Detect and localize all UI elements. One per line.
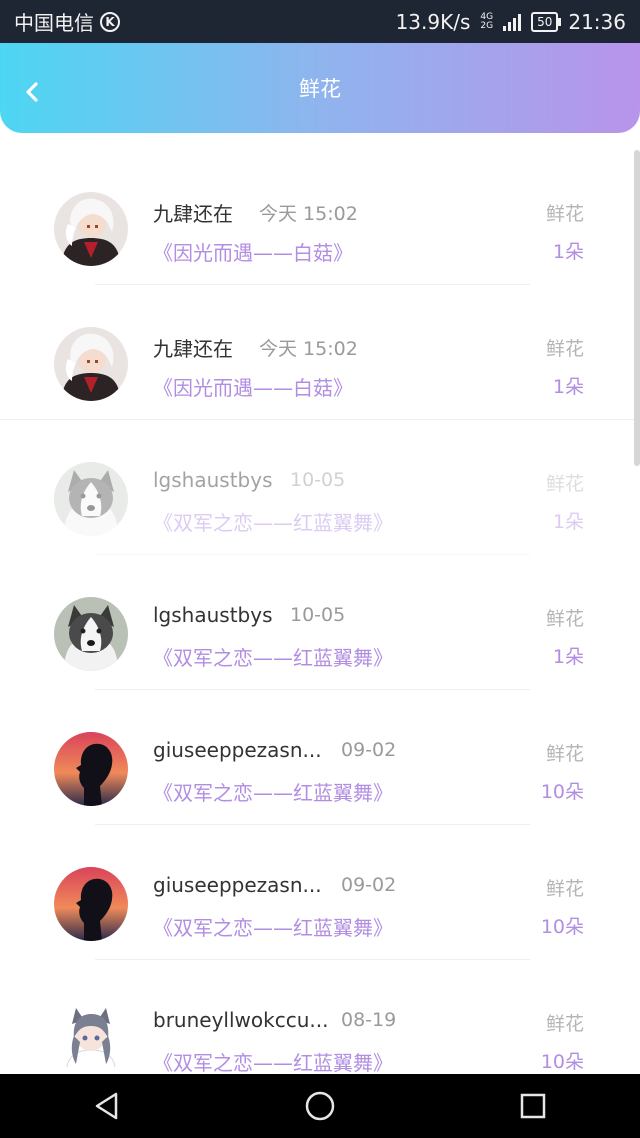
list-item[interactable]: bruneyllwokccu... 08-19 《双军之恋——红蓝翼舞》 鲜花 … <box>0 960 640 1074</box>
gift-category: 鲜花 <box>545 473 584 495</box>
song-title-link[interactable]: 《双军之恋——红蓝翼舞》 <box>153 1047 393 1074</box>
sender-name: 九肆还在 <box>153 337 233 361</box>
list-item[interactable]: giuseeppezasn... 09-02 《双军之恋——红蓝翼舞》 鲜花 1… <box>0 690 640 825</box>
anime-white-hair-avatar[interactable] <box>54 192 128 266</box>
gift-count: 1朵 <box>552 376 584 398</box>
gift-time: 10-05 <box>290 469 346 491</box>
back-arrow-icon[interactable] <box>22 81 44 103</box>
song-title-link[interactable]: 《双军之恋——红蓝翼舞》 <box>153 642 393 671</box>
gift-count: 10朵 <box>540 1051 584 1073</box>
gift-time: 09-02 <box>341 739 397 761</box>
gift-time: 09-02 <box>341 874 397 896</box>
network-type-bottom: 2G <box>480 20 494 31</box>
gift-count: 10朵 <box>540 781 584 803</box>
carrier-name: 中国电信 <box>14 11 94 35</box>
husky-dog-avatar[interactable] <box>54 597 128 671</box>
sender-name: lgshaustbys <box>153 468 273 492</box>
sender-name: lgshaustbys <box>153 603 273 627</box>
sunset-silhouette-avatar[interactable] <box>54 867 128 941</box>
song-title-link[interactable]: 《双军之恋——红蓝翼舞》 <box>153 507 393 536</box>
system-navigation-bar <box>0 1074 640 1138</box>
gift-count: 10朵 <box>540 916 584 938</box>
gift-category: 鲜花 <box>545 743 584 765</box>
gift-category: 鲜花 <box>545 203 584 225</box>
status-bar-right: 13.9K/s 4G 2G 50 21:36 <box>396 10 626 34</box>
list-item[interactable]: lgshaustbys 10-05 《双军之恋——红蓝翼舞》 鲜花 1朵 <box>0 420 640 555</box>
sender-name: bruneyllwokccu... <box>153 1008 329 1032</box>
network-type: 4G 2G <box>480 12 494 31</box>
flower-gift-list: 九肆还在 今天 15:02 《因光而遇——白菇》 鲜花 1朵 九肆还在 今天 1… <box>0 150 640 1074</box>
back-nav-button[interactable] <box>87 1086 127 1126</box>
gift-category: 鲜花 <box>545 1013 584 1035</box>
gift-count: 1朵 <box>552 646 584 668</box>
carrier-badge-icon: K <box>100 11 120 32</box>
circle-home-icon <box>305 1091 335 1121</box>
anime-white-hair-avatar[interactable] <box>54 327 128 401</box>
song-title-link[interactable]: 《双军之恋——红蓝翼舞》 <box>153 777 393 806</box>
status-bar: 中国电信 K 13.9K/s 4G 2G 50 21:36 <box>0 0 640 43</box>
gift-category: 鲜花 <box>545 608 584 630</box>
list-item[interactable]: lgshaustbys 10-05 《双军之恋——红蓝翼舞》 鲜花 1朵 <box>0 555 640 690</box>
list-item[interactable]: giuseeppezasn... 09-02 《双军之恋——红蓝翼舞》 鲜花 1… <box>0 825 640 960</box>
recents-nav-button[interactable] <box>513 1086 553 1126</box>
gift-category: 鲜花 <box>545 878 584 900</box>
scrollbar[interactable] <box>634 150 640 466</box>
triangle-back-icon <box>95 1092 117 1120</box>
gift-count: 1朵 <box>552 241 584 263</box>
battery-icon: 50 <box>531 11 562 32</box>
sender-name: 九肆还在 <box>153 202 233 226</box>
sender-name: giuseeppezasn... <box>153 873 322 897</box>
sunset-silhouette-avatar[interactable] <box>54 732 128 806</box>
square-recents-icon <box>521 1093 546 1119</box>
husky-dog-avatar[interactable] <box>54 462 128 536</box>
signal-icon <box>503 13 522 31</box>
list-item[interactable]: 九肆还在 今天 15:02 《因光而遇——白菇》 鲜花 1朵 <box>0 150 640 285</box>
gift-time: 10-05 <box>290 604 346 626</box>
page-title: 鲜花 <box>299 77 341 101</box>
gift-count: 1朵 <box>552 511 584 533</box>
list-item[interactable]: 九肆还在 今天 15:02 《因光而遇——白菇》 鲜花 1朵 <box>0 285 640 420</box>
song-title-link[interactable]: 《因光而遇——白菇》 <box>153 237 353 266</box>
song-title-link[interactable]: 《因光而遇——白菇》 <box>153 372 353 401</box>
home-nav-button[interactable] <box>300 1086 340 1126</box>
top-app-bar: 鲜花 <box>0 43 640 133</box>
gift-time: 今天 15:02 <box>259 338 358 360</box>
song-title-link[interactable]: 《双军之恋——红蓝翼舞》 <box>153 912 393 941</box>
anime-girl-avatar[interactable] <box>54 1002 128 1074</box>
gift-time: 08-19 <box>341 1009 397 1031</box>
gift-time: 今天 15:02 <box>259 203 358 225</box>
network-speed: 13.9K/s <box>395 9 471 34</box>
status-bar-left: 中国电信 K <box>14 7 120 36</box>
sender-name: giuseeppezasn... <box>153 738 322 762</box>
gift-category: 鲜花 <box>545 338 584 360</box>
clock: 21:36 <box>568 9 626 34</box>
